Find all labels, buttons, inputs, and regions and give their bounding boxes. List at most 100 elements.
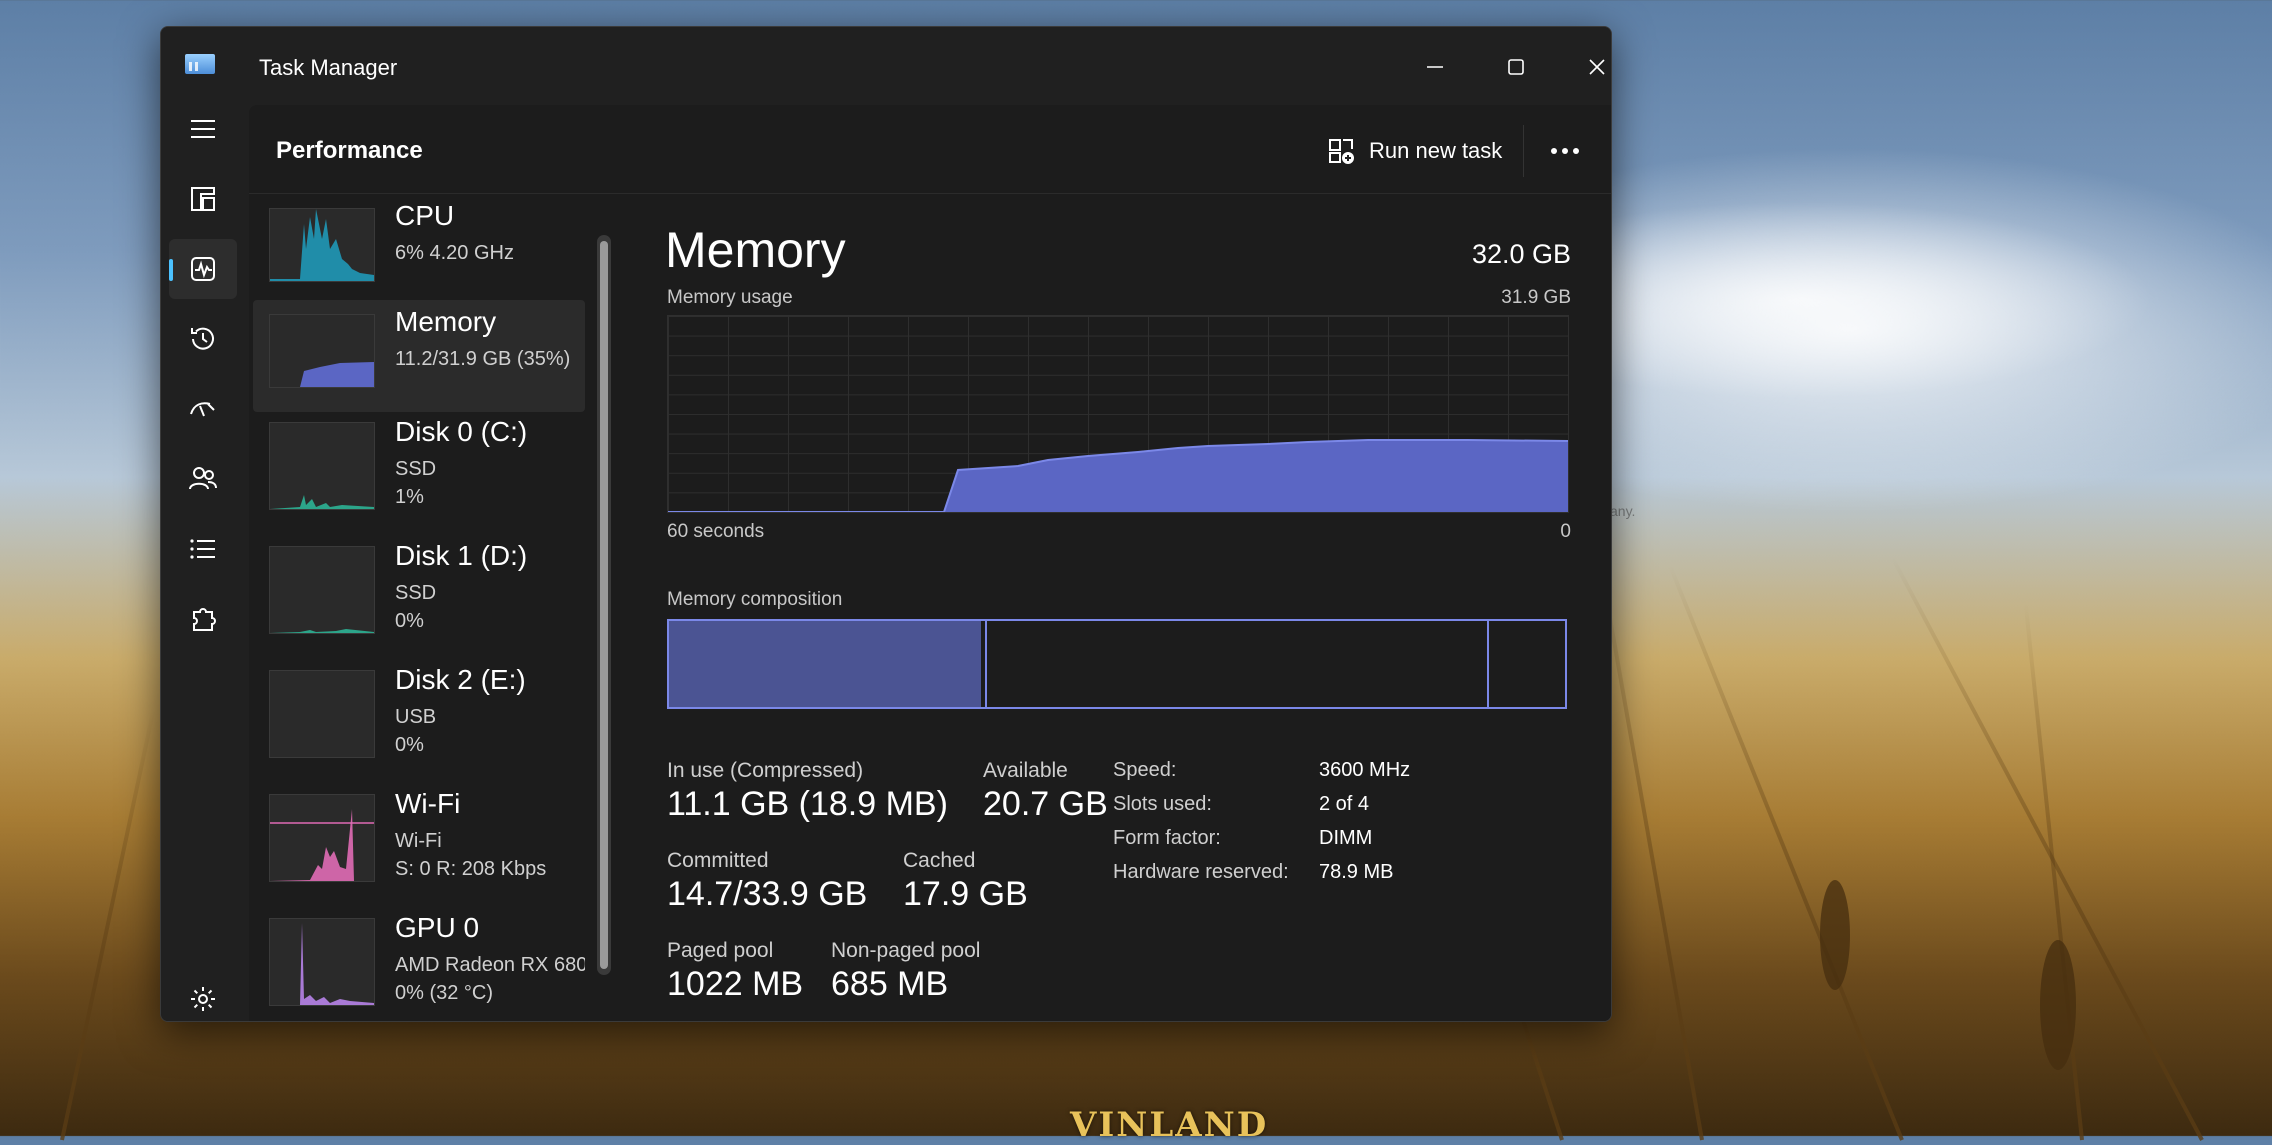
hamburger-menu-icon	[191, 120, 215, 138]
nav-users[interactable]	[169, 449, 237, 509]
device-item-cpu[interactable]: CPU 6% 4.20 GHz	[253, 194, 585, 306]
users-icon	[189, 467, 217, 490]
slots-used-value: 2 of 4	[1319, 793, 1370, 815]
nav-settings[interactable]	[169, 969, 237, 1021]
nav-details[interactable]	[169, 519, 237, 579]
available-value: 20.7 GB	[983, 785, 1108, 823]
wheat-stalk	[1667, 564, 1904, 1141]
disk1-mini-graph	[269, 546, 375, 634]
more-options-icon	[1551, 148, 1579, 154]
composition-standby-divider	[1487, 621, 1489, 707]
graph-time-right: 0	[1560, 521, 1571, 542]
device-item-memory[interactable]: Memory 11.2/31.9 GB (35%)	[253, 300, 585, 412]
device-stat: 6% 4.20 GHz	[395, 242, 514, 264]
committed-label: Committed	[667, 849, 769, 872]
wheat-ear	[1820, 880, 1850, 990]
memory-total: 32.0 GB	[1471, 239, 1571, 269]
page-header: Performance Run new task	[249, 105, 1611, 194]
wheat-stalk	[60, 709, 156, 1141]
device-stat: 1%	[395, 486, 424, 508]
device-name: Disk 0 (C:)	[395, 416, 528, 447]
minimize-button[interactable]	[1405, 45, 1465, 89]
resource-title: Memory	[665, 222, 846, 278]
maximize-button[interactable]	[1486, 45, 1546, 89]
nav-app-history[interactable]	[169, 309, 237, 369]
nav-performance[interactable]	[169, 239, 237, 299]
scrollbar-thumb[interactable]	[600, 241, 608, 969]
content-area: Performance Run new task CPU 6% 4.20 GHz	[249, 105, 1611, 1021]
device-item-wifi[interactable]: Wi-Fi Wi-Fi S: 0 R: 208 Kbps	[253, 788, 585, 906]
nav-startup-apps[interactable]	[169, 379, 237, 439]
device-stat: 0%	[395, 734, 424, 756]
menu-toggle-button[interactable]	[169, 99, 237, 159]
device-item-gpu-0[interactable]: GPU 0 AMD Radeon RX 680 0% (32 °C)	[253, 912, 585, 1021]
cpu-mini-graph	[269, 208, 375, 282]
header-divider	[1523, 125, 1524, 177]
disk2-mini-graph	[269, 670, 375, 758]
non-paged-pool-value: 685 MB	[831, 965, 949, 1003]
slots-used-label: Slots used:	[1113, 793, 1212, 815]
non-paged-pool-label: Non-paged pool	[831, 939, 981, 962]
available-label: Available	[983, 759, 1068, 782]
paged-pool-label: Paged pool	[667, 939, 774, 962]
device-list-scrollbar[interactable]	[597, 235, 611, 975]
device-type: Wi-Fi	[395, 830, 442, 852]
composition-in-use[interactable]	[669, 621, 981, 707]
speed-value: 3600 MHz	[1319, 759, 1411, 781]
device-stat: S: 0 R: 208 Kbps	[395, 858, 547, 880]
close-button[interactable]	[1567, 45, 1611, 89]
cached-label: Cached	[903, 849, 976, 872]
speed-label: Speed:	[1113, 759, 1177, 781]
device-stat: 11.2/31.9 GB (35%)	[395, 348, 571, 370]
maximize-icon	[1508, 59, 1524, 75]
device-stat: 0% (32 °C)	[395, 982, 494, 1004]
committed-value: 14.7/33.9 GB	[667, 875, 868, 913]
settings-icon	[191, 987, 215, 1011]
nav-services[interactable]	[169, 589, 237, 649]
processes-icon	[191, 187, 215, 211]
app-history-icon	[191, 327, 214, 350]
device-model: AMD Radeon RX 680	[395, 954, 585, 976]
device-item-disk-1[interactable]: Disk 1 (D:) SSD 0%	[253, 540, 585, 658]
memory-usage-graph	[667, 315, 1569, 513]
composition-modified-divider	[985, 621, 987, 707]
close-icon	[1589, 59, 1605, 75]
device-name: GPU 0	[395, 912, 480, 943]
device-name: Memory	[395, 306, 497, 337]
page-title: Performance	[276, 137, 423, 164]
task-manager-window: Task Manager Performance Run new task CP…	[160, 26, 1612, 1022]
wheat-stalk	[1599, 568, 1704, 1141]
cached-value: 17.9 GB	[903, 875, 1028, 913]
wifi-mini-graph	[269, 794, 375, 882]
device-stat: 0%	[395, 610, 424, 632]
gpu-mini-graph	[269, 918, 375, 1006]
memory-composition-bar[interactable]	[667, 619, 1567, 709]
run-new-task-icon	[1329, 139, 1354, 164]
in-use-label: In use (Compressed)	[667, 759, 864, 782]
performance-icon	[191, 257, 215, 281]
more-options-button[interactable]	[1539, 129, 1591, 173]
device-name: Wi-Fi	[395, 788, 461, 819]
title-bar[interactable]: Task Manager	[161, 27, 1611, 105]
nav-processes[interactable]	[169, 169, 237, 229]
device-type: SSD	[395, 582, 437, 604]
services-icon	[193, 608, 216, 631]
memory-composition-label: Memory composition	[667, 589, 843, 610]
memory-usage-label: Memory usage	[667, 287, 793, 308]
device-name: Disk 2 (E:)	[395, 664, 526, 695]
window-title: Task Manager	[259, 55, 398, 80]
task-manager-app-icon	[185, 54, 215, 74]
hardware-reserved-value: 78.9 MB	[1319, 861, 1394, 883]
wheat-ear	[2040, 940, 2076, 1070]
device-item-disk-0[interactable]: Disk 0 (C:) SSD 1%	[253, 416, 585, 534]
memory-detail-panel: Memory 32.0 GB Memory usage 31.9 GB 60 s…	[619, 193, 1611, 1021]
device-name: CPU	[395, 200, 455, 231]
run-new-task-button[interactable]: Run new task	[1327, 131, 1502, 171]
memory-usage-max: 31.9 GB	[1501, 287, 1571, 308]
form-factor-label: Form factor:	[1113, 827, 1221, 849]
disk0-mini-graph	[269, 422, 375, 510]
paged-pool-value: 1022 MB	[667, 965, 804, 1003]
device-item-disk-2[interactable]: Disk 2 (E:) USB 0%	[253, 664, 585, 782]
navigation-rail	[161, 105, 249, 1021]
details-icon	[190, 539, 215, 559]
